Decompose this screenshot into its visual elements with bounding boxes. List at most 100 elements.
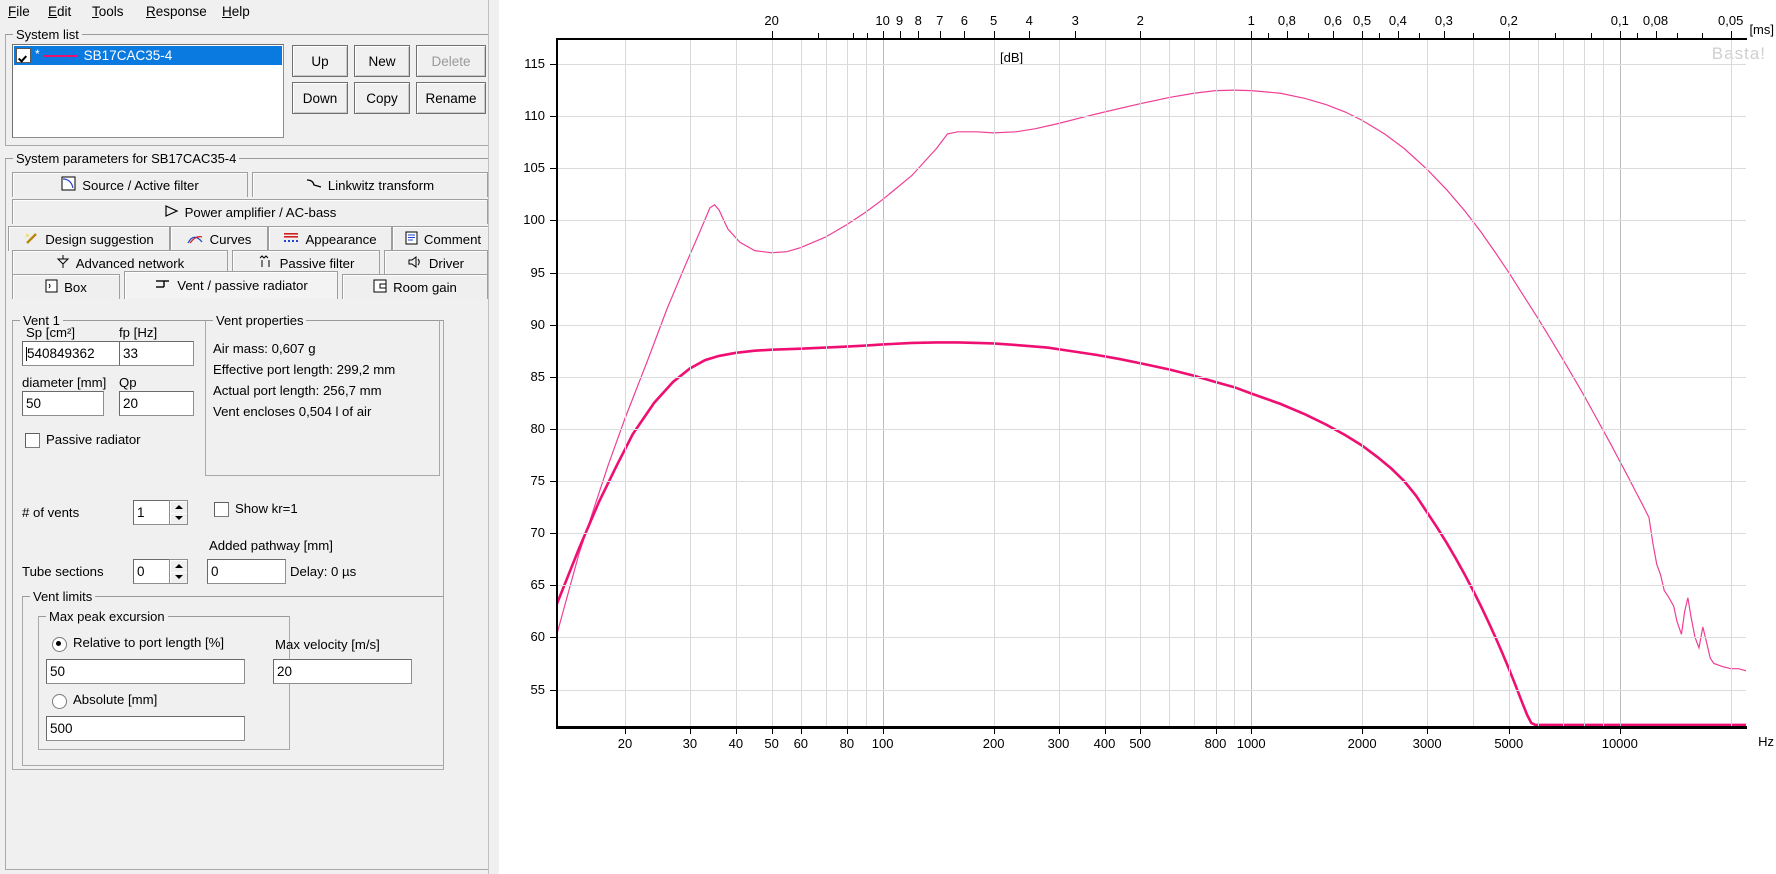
gridline-vertical xyxy=(771,38,773,726)
sp-input[interactable]: 540849362 xyxy=(22,341,122,366)
amplifier-triangle-icon xyxy=(164,204,179,219)
x-tick-label: 2000 xyxy=(1347,736,1377,751)
y-tick-label: 75 xyxy=(530,473,545,488)
top-tick-minor xyxy=(1419,33,1421,38)
system-listbox[interactable]: * SB17CAC35-4 xyxy=(12,44,284,138)
vent-limits-group-label: Vent limits xyxy=(30,589,96,604)
menu-bar: File Edit Tools Response Help xyxy=(0,0,496,24)
tab-comment-label: Comment xyxy=(423,231,482,247)
speaker-icon xyxy=(408,255,423,271)
rename-button[interactable]: Rename xyxy=(416,82,486,114)
tube-sections-stepper[interactable] xyxy=(169,559,188,584)
tab-power-amplifier[interactable]: Power amplifier / AC-bass xyxy=(12,199,488,224)
down-button[interactable]: Down xyxy=(292,82,348,114)
absolute-radio[interactable] xyxy=(52,694,67,709)
max-peak-excursion-group-label: Max peak excursion xyxy=(46,609,168,624)
relative-port-length-label: Relative to port length [%] xyxy=(73,635,225,650)
top-tick xyxy=(993,31,995,38)
gridline-vertical xyxy=(1362,38,1364,726)
room-icon xyxy=(373,279,387,295)
num-vents-input[interactable]: 1 xyxy=(133,500,174,525)
tube-sections-input[interactable]: 0 xyxy=(133,559,174,584)
x-tick xyxy=(771,727,773,734)
top-tick xyxy=(964,31,966,38)
tab-source-active-filter[interactable]: Source / Active filter xyxy=(12,172,248,197)
y-tick xyxy=(550,481,556,482)
tab-driver[interactable]: Driver xyxy=(384,250,488,275)
system-list-item[interactable]: * SB17CAC35-4 xyxy=(14,46,282,65)
tab-box[interactable]: Box xyxy=(12,274,120,299)
top-axis-line xyxy=(556,38,1747,40)
menu-edit[interactable]: Edit xyxy=(48,4,71,19)
y-axis-line xyxy=(556,38,558,727)
tab-room-gain[interactable]: Room gain xyxy=(342,274,488,299)
relative-port-length-radio[interactable] xyxy=(52,637,67,652)
passive-filter-icon xyxy=(258,254,274,271)
x-tick-label: 5000 xyxy=(1494,736,1524,751)
top-tick-label: 3 xyxy=(1071,13,1079,28)
box-icon xyxy=(45,279,58,295)
x-tick xyxy=(1104,727,1106,734)
menu-file[interactable]: File xyxy=(8,4,30,19)
x-tick xyxy=(846,727,848,734)
top-tick-label: 0,05 xyxy=(1718,13,1744,28)
top-tick-minor xyxy=(817,33,819,38)
gridline-vertical xyxy=(865,38,867,726)
y-tick xyxy=(550,220,556,222)
y-tick xyxy=(550,376,556,378)
y-tick xyxy=(550,272,556,274)
tab-linkwitz-transform[interactable]: Linkwitz transform xyxy=(252,172,488,197)
absolute-input[interactable]: 500 xyxy=(46,716,245,741)
gridline-vertical xyxy=(1104,38,1106,726)
top-tick-minor xyxy=(1268,33,1270,38)
left-control-panel: File Edit Tools Response Help System lis… xyxy=(0,0,496,874)
menu-tools[interactable]: Tools xyxy=(92,4,124,19)
gridline-vertical xyxy=(1538,38,1539,726)
system-parameters-group-label: System parameters for SB17CAC35-4 xyxy=(13,151,240,166)
menu-response[interactable]: Response xyxy=(146,4,207,19)
top-tick xyxy=(1140,31,1142,38)
x-tick xyxy=(1362,727,1364,734)
menu-help[interactable]: Help xyxy=(222,4,250,19)
vent-air-mass: Air mass: 0,607 g xyxy=(213,341,316,356)
curves-icon xyxy=(187,231,204,247)
top-tick-label: 2 xyxy=(1136,13,1144,28)
system-enabled-checkbox[interactable] xyxy=(16,48,31,63)
gridline-vertical xyxy=(1140,38,1142,726)
vent-properties-group-label: Vent properties xyxy=(213,313,307,328)
copy-button[interactable]: Copy xyxy=(354,82,410,114)
top-tick xyxy=(899,31,901,38)
qp-input[interactable]: 20 xyxy=(119,391,194,416)
y-tick xyxy=(550,637,556,639)
gridline-vertical xyxy=(1251,38,1253,726)
relative-port-length-input[interactable]: 50 xyxy=(46,659,245,684)
added-pathway-input[interactable]: 0 xyxy=(207,559,286,584)
top-tick xyxy=(1075,31,1077,38)
top-tick xyxy=(1730,31,1732,38)
num-vents-stepper[interactable] xyxy=(169,500,188,525)
x-tick-label: 500 xyxy=(1129,736,1152,751)
tab-design-suggestion[interactable]: Design suggestion xyxy=(8,226,170,251)
x-tick xyxy=(800,727,802,734)
fp-input[interactable]: 33 xyxy=(119,341,194,366)
gridline-vertical xyxy=(1562,38,1564,726)
x-tick-label: 200 xyxy=(982,736,1005,751)
gridline-vertical xyxy=(1619,38,1621,726)
tab-comment[interactable]: Comment xyxy=(392,226,494,251)
diameter-input[interactable]: 50 xyxy=(22,391,104,416)
passive-radiator-checkbox[interactable] xyxy=(25,433,40,448)
tab-vent-passive-radiator[interactable]: Vent / passive radiator xyxy=(124,271,338,299)
up-button[interactable]: Up xyxy=(292,45,348,77)
show-kr-checkbox[interactable] xyxy=(214,502,229,517)
vent-actual-port-length: Actual port length: 256,7 mm xyxy=(213,383,382,398)
max-velocity-input[interactable]: 20 xyxy=(273,659,412,684)
gridline-vertical xyxy=(1194,38,1196,726)
tab-curves[interactable]: Curves xyxy=(170,226,268,251)
top-tick xyxy=(1619,31,1621,38)
x-tick xyxy=(1058,727,1060,734)
tab-box-label: Box xyxy=(64,279,87,295)
y-tick-label: 65 xyxy=(530,577,545,593)
tab-appearance[interactable]: Appearance xyxy=(268,226,392,251)
new-button[interactable]: New xyxy=(354,45,410,77)
modified-marker: * xyxy=(35,47,40,61)
